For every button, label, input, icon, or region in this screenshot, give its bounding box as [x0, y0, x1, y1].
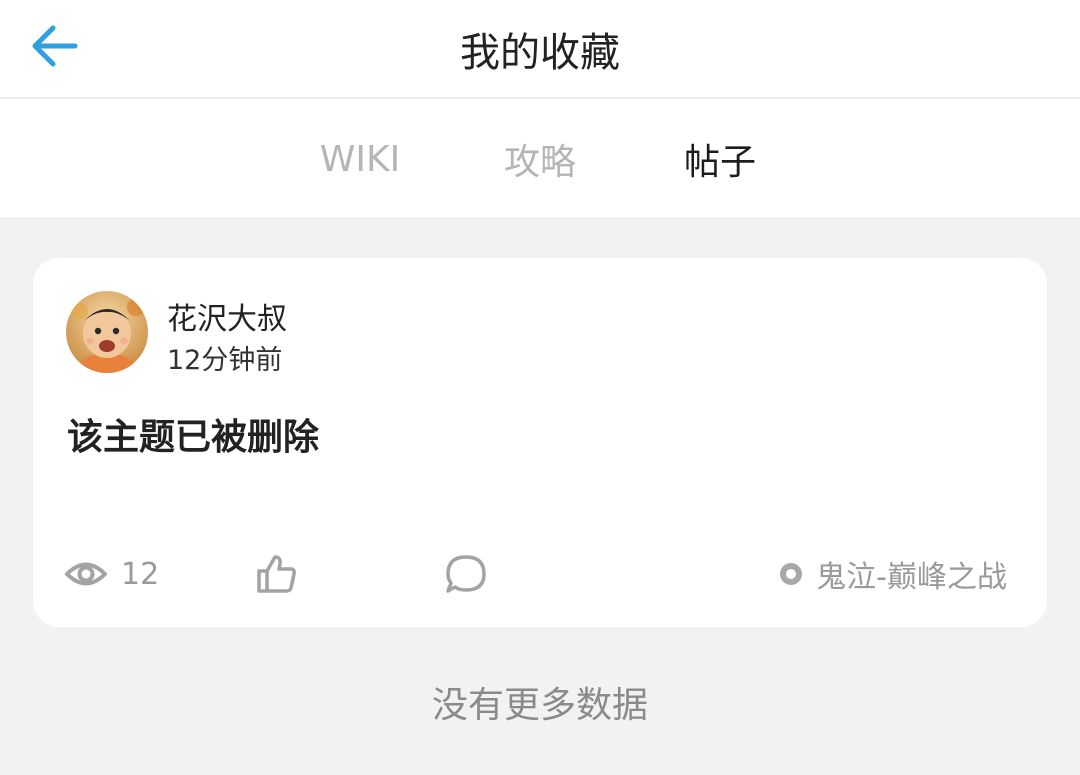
post-time: 12分钟前	[167, 345, 283, 376]
forum-name: 鬼泣-巅峰之战	[816, 560, 1007, 595]
user-avatar-cartoon-icon	[66, 291, 148, 373]
like-button[interactable]	[251, 546, 303, 602]
location-dot-icon	[780, 563, 803, 585]
tab-posts[interactable]: 帖子	[640, 99, 800, 219]
tab-wiki[interactable]: WIKI	[280, 99, 440, 219]
author-name[interactable]: 花沢大叔	[167, 294, 287, 338]
post-title[interactable]: 该主题已被删除	[67, 408, 319, 460]
eye-icon	[65, 562, 107, 586]
views-counter: 12	[65, 546, 159, 602]
no-more-data-label: 没有更多数据	[431, 685, 648, 726]
views-count: 12	[121, 556, 160, 592]
page-title: 我的收藏	[460, 30, 620, 76]
thumbs-up-icon	[257, 555, 296, 593]
post-card[interactable]: 花沢大叔 12分钟前 该主题已被删除 12 鬼泣-巅峰之战	[33, 258, 1047, 627]
tab-bar: WIKI 攻略 帖子	[0, 99, 1080, 219]
post-actions: 12 鬼泣-巅峰之战	[33, 546, 1047, 602]
tab-guide[interactable]: 攻略	[460, 99, 620, 219]
forum-tag[interactable]: 鬼泣-巅峰之战	[780, 546, 1007, 602]
comment-button[interactable]	[440, 546, 492, 602]
app-header: 我的收藏	[0, 0, 1080, 98]
comment-bubble-icon	[446, 555, 486, 593]
avatar[interactable]	[66, 291, 148, 373]
